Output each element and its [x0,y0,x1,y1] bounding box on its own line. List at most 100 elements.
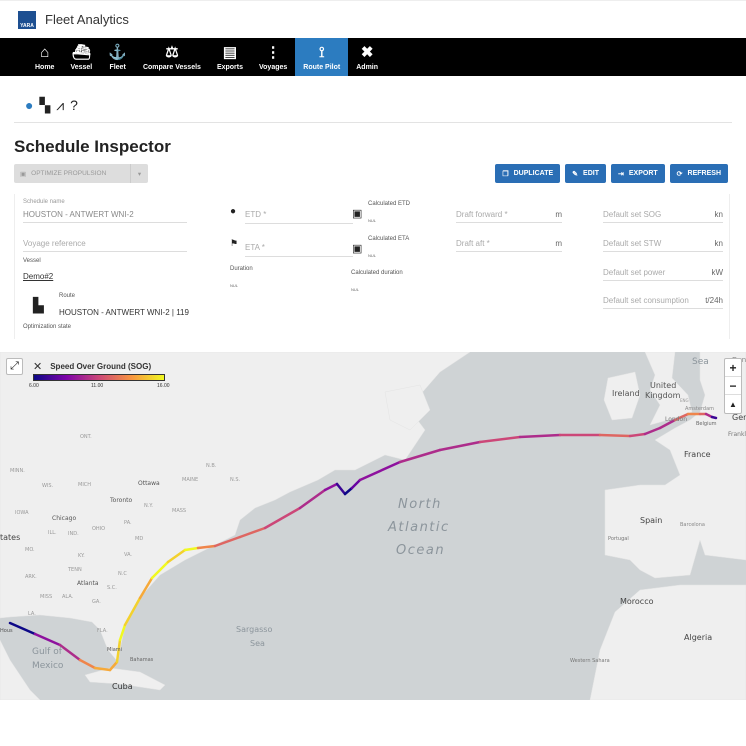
app-title: Fleet Analytics [45,12,129,27]
placeholder: Default set power [603,268,666,277]
route-map[interactable]: Ireland United Kingdom London Amsterdam Belgi… [0,352,746,700]
nav-exports[interactable]: ▤ Exports [209,38,251,76]
duration-value: NUL [230,283,239,288]
nav-home[interactable]: ⌂ Home [27,38,62,76]
map-label-ny: N.Y. [144,503,153,509]
schedule-name-input[interactable]: HOUSTON - ANTWERT WNI-2 [23,210,187,223]
map-label-ky: KY. [78,553,85,559]
map-canvas[interactable]: Ireland UnitedKingdom London Amsterdam Belgi… [0,352,746,700]
tools-icon: ✖ [360,43,374,61]
default-stw-input[interactable]: Default set STW kn [603,239,723,252]
map-label-miami: Miami [107,647,122,653]
nav-voyages[interactable]: ⋮ Voyages [251,38,295,76]
robot-icon: ▣ [352,208,363,220]
chevron-down-icon[interactable]: ▾ [130,164,148,183]
robot-icon: ▣ [20,170,27,178]
map-label-gulf1: Gulf of [32,647,63,657]
map-label-sargasso2: Sea [250,639,265,648]
route-segment[interactable] [350,478,362,490]
map-label-ga: GA. [92,599,101,605]
nav-vessel[interactable]: ⛴ Vessel [62,38,100,76]
ship-icon: ⛴ [71,43,91,61]
nav-fleet[interactable]: ⚓ Fleet [100,38,135,76]
refresh-button[interactable]: ⟳ REFRESH [669,164,728,183]
zoom-control: + − ▲ [724,358,742,414]
map-label-fla: FLA. [97,628,108,634]
route-segment[interactable] [335,482,347,496]
map-label-london: London [665,416,687,423]
nav-route-pilot[interactable]: ⟟ Route Pilot [295,38,349,76]
zoom-in-button[interactable]: + [725,359,741,377]
route-segment[interactable] [298,488,327,510]
legend-title: Speed Over Ground (SOG) [50,361,152,371]
zoom-out-button[interactable]: − [725,377,741,395]
eta-input[interactable]: ETA * [245,243,353,257]
map-label-portugal: Portugal [608,536,629,542]
route-segment[interactable] [238,526,267,539]
route-segment[interactable] [438,440,482,452]
draft-forward-input[interactable]: Draft forward * m [456,210,562,223]
legend-body: ✕ Speed Over Ground (SOG) 6.00 11.00 16.… [29,358,173,391]
optimize-propulsion-button[interactable]: ▣ OPTIMIZE PROPULSION ▾ [14,164,148,183]
map-icon[interactable]: ▚ [39,97,50,114]
vessel-link[interactable]: Demo#2 [23,272,53,281]
map-label-atlanta: Atlanta [77,580,99,587]
nav-compare-vessels[interactable]: ⚖ Compare Vessels [135,38,209,76]
map-label-mich: MICH [78,482,91,488]
file-export-icon: ⇥ [618,170,624,178]
refresh-label: REFRESH [687,170,721,177]
default-power-input[interactable]: Default set power kW [603,268,723,281]
route-segment[interactable] [33,632,62,647]
map-label-uk2: Kingdom [645,391,681,400]
default-consumption-input[interactable]: Default set consumption t/24h [603,296,723,309]
close-icon[interactable]: ✕ [33,360,42,373]
route-segment[interactable] [643,426,662,436]
route-segment[interactable] [628,432,647,438]
route-segment[interactable] [598,433,632,438]
route-segment[interactable] [58,643,82,662]
nav-label: Vessel [70,63,93,71]
schedule-form: Schedule name HOUSTON - ANTWERT WNI-2 Vo… [14,194,730,339]
map-label-france: France [684,450,711,459]
map-label-bahamas: Bahamas [130,657,154,663]
nav-admin[interactable]: ✖ Admin [348,38,386,76]
nav-label: Exports [216,63,243,71]
route-segment[interactable] [518,433,562,439]
reset-north-button[interactable]: ▲ [725,395,741,413]
default-sog-input[interactable]: Default set SOG kn [603,210,723,223]
edit-label: EDIT [583,170,599,177]
map-label-mass: MASS [172,508,186,514]
map-label-belgium: Belgium [696,421,717,427]
app-header: YARA Fleet Analytics [0,0,746,38]
route-segment[interactable] [263,506,302,530]
fullscreen-icon[interactable]: ⤢ [6,358,23,375]
route-segment[interactable] [343,486,354,496]
map-label-iowa: IOWA [15,510,29,516]
edit-button[interactable]: ✎ EDIT [565,164,606,183]
export-button[interactable]: ⇥ EXPORT [611,164,665,183]
unit: m [555,239,562,248]
voyage-reference-input[interactable]: Voyage reference [23,239,187,252]
help-icon[interactable]: ? [70,97,78,113]
compass-drawing-icon[interactable]: ⩘ [56,97,64,114]
map-label-ark: ARK. [25,574,37,580]
draft-aft-input[interactable]: Draft aft * m [456,239,562,252]
duplicate-button[interactable]: ❐ DUPLICATE [495,164,561,183]
map-label-uk1: United [650,381,676,390]
route-segment[interactable] [8,621,37,636]
page-title: Schedule Inspector [14,137,171,156]
clock-icon[interactable]: ● [25,97,33,113]
route-segment[interactable] [93,666,112,672]
map-label-minn: MINN. [10,468,25,474]
nav-label: Compare Vessels [142,63,201,71]
etd-input[interactable]: ETD * [245,210,353,224]
route-segment[interactable] [323,482,339,492]
toolbar: ▣ OPTIMIZE PROPULSION ▾ ❐ DUPLICATE ✎ EDIT ⇥… [14,164,728,184]
route-segment[interactable] [478,435,522,444]
copy-icon: ❐ [502,170,509,178]
calculated-etd-label: Calculated ETD [368,201,411,207]
map-label-states: tates [0,533,20,542]
route-segment[interactable] [78,658,97,670]
legend-max: 16.00 [157,383,170,389]
route-segment[interactable] [710,415,718,420]
